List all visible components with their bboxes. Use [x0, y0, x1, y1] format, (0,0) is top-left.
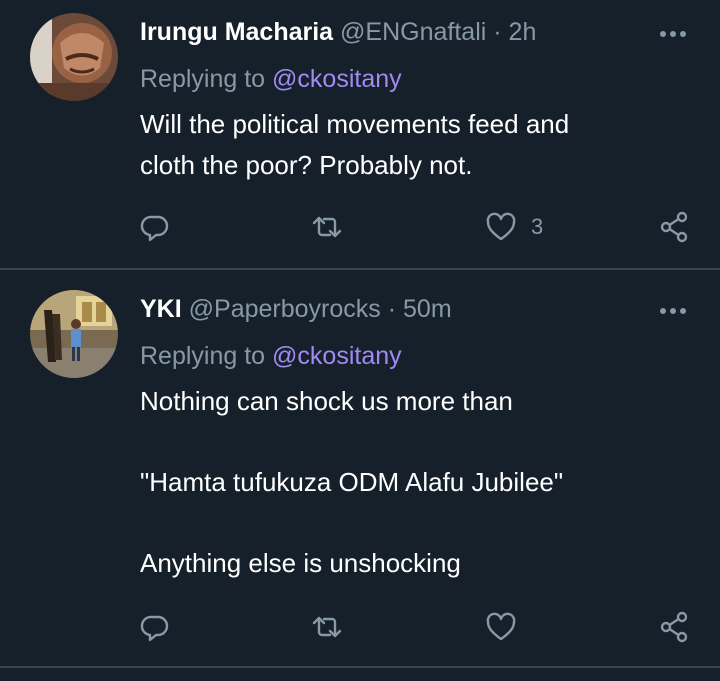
tweet-text: Will the political movements feed and cl…	[140, 104, 700, 186]
timestamp[interactable]: 2h	[509, 18, 537, 46]
tweet-text-line: cloth the poor? Probably not.	[140, 150, 473, 180]
replying-to-label: Replying to	[140, 342, 266, 370]
retweet-icon	[312, 216, 342, 238]
like-count: 3	[531, 214, 544, 239]
tweet-header: Irungu Macharia @ENGnaftali · 2h	[140, 17, 536, 47]
mention-link[interactable]: @ckositany	[272, 65, 402, 93]
retweet-button[interactable]	[310, 210, 344, 244]
reply-button[interactable]	[140, 210, 170, 244]
more-icon	[660, 308, 686, 314]
share-icon	[660, 211, 688, 243]
heart-icon	[486, 212, 516, 241]
divider	[0, 666, 720, 668]
user-handle[interactable]: @ENGnaftali	[340, 18, 486, 46]
tweet-text: Nothing can shock us more than "Hamta tu…	[140, 381, 700, 584]
share-icon	[660, 611, 688, 643]
like-button[interactable]	[485, 610, 531, 644]
replying-to: Replying to @ckositany	[140, 64, 402, 94]
tweet[interactable]: Irungu Macharia @ENGnaftali · 2h Replyin…	[0, 0, 720, 268]
reply-button[interactable]	[140, 610, 170, 644]
tweet-header: YKI @Paperboyrocks · 50m	[140, 294, 452, 324]
more-icon	[660, 31, 686, 37]
like-button[interactable]: 3	[485, 210, 543, 244]
retweet-icon	[312, 616, 342, 638]
separator-dot: ·	[493, 18, 502, 46]
share-button[interactable]	[658, 210, 690, 244]
retweet-button[interactable]	[310, 610, 344, 644]
separator-dot: ·	[387, 295, 397, 323]
tweet-text-line: Nothing can shock us more than	[140, 386, 513, 416]
reply-icon	[140, 615, 169, 642]
more-options-button[interactable]	[655, 301, 691, 321]
user-handle[interactable]: @Paperboyrocks	[189, 295, 381, 323]
avatar[interactable]	[30, 13, 118, 101]
avatar[interactable]	[30, 290, 118, 378]
mention-link[interactable]: @ckositany	[272, 342, 402, 370]
tweet[interactable]: YKI @Paperboyrocks · 50m Replying to @ck…	[0, 270, 720, 666]
timestamp[interactable]: 50m	[403, 295, 452, 323]
heart-icon	[486, 612, 516, 641]
tweet-actions	[140, 610, 700, 644]
tweet-text-line: Anything else is unshocking	[140, 548, 461, 578]
tweet-actions: 3	[140, 210, 700, 244]
more-options-button[interactable]	[655, 24, 691, 44]
tweet-text-line: Will the political movements feed and	[140, 109, 570, 139]
display-name[interactable]: YKI	[140, 295, 182, 323]
display-name[interactable]: Irungu Macharia	[140, 18, 333, 46]
share-button[interactable]	[658, 610, 690, 644]
reply-icon	[140, 215, 169, 242]
replying-to: Replying to @ckositany	[140, 341, 402, 371]
replying-to-label: Replying to	[140, 65, 266, 93]
tweet-text-line: "Hamta tufukuza ODM Alafu Jubilee"	[140, 467, 564, 497]
